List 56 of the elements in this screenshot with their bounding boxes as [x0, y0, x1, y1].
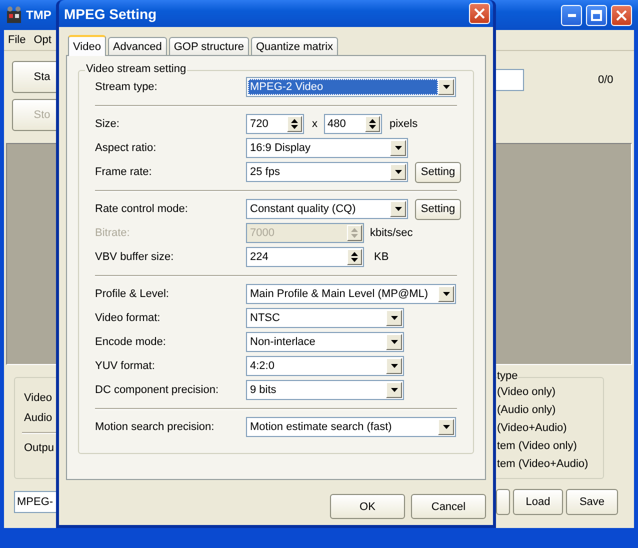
field-label: DC component precision: — [95, 384, 220, 396]
spin-field[interactable]: 480 — [324, 114, 382, 134]
radio-option[interactable]: (Audio only) — [497, 403, 603, 418]
dropdown[interactable]: 9 bits — [246, 380, 404, 400]
source-label: Audio — [24, 412, 54, 424]
times-sign: x — [312, 118, 318, 130]
action-button[interactable]: Save — [566, 489, 618, 515]
menu-item[interactable]: Opt — [34, 34, 52, 46]
field-label: VBV buffer size: — [95, 251, 175, 263]
dropdown[interactable]: Constant quality (CQ) — [246, 199, 408, 219]
field-label: Size: — [95, 118, 120, 130]
format-field[interactable]: MPEG- — [14, 491, 56, 513]
dialog-button[interactable]: OK — [330, 494, 405, 519]
progress-counter: 0/0 — [598, 74, 614, 86]
field-label: Video format: — [95, 312, 162, 324]
field-label: Frame rate: — [95, 166, 153, 178]
dropdown[interactable]: Non-interlace — [246, 332, 404, 352]
output-label: Outpu — [24, 442, 55, 454]
unit-label: pixels — [390, 118, 418, 130]
dropdown[interactable]: 25 fps — [246, 162, 408, 182]
dropdown[interactable]: NTSC — [246, 308, 404, 328]
field-label: YUV format: — [95, 360, 156, 372]
field-label: Aspect ratio: — [95, 142, 158, 154]
dropdown[interactable]: Main Profile & Main Level (MP@ML) — [246, 284, 456, 304]
radio-option[interactable]: (Video only) — [497, 385, 603, 400]
window-title: TMP — [26, 8, 52, 22]
field-label: Profile & Level: — [95, 288, 170, 300]
action-button[interactable]: Load — [513, 489, 563, 515]
tab[interactable]: Quantize matrix — [250, 37, 338, 55]
group-title: Video stream setting — [85, 63, 188, 75]
dropdown[interactable]: MPEG-2 Video — [246, 77, 456, 97]
group-legend: type — [497, 370, 518, 382]
field-label: Rate control mode: — [95, 203, 189, 215]
radio-option[interactable]: (Video+Audio) — [497, 421, 603, 436]
dropdown[interactable]: 16:9 Display — [246, 138, 408, 158]
field-label: Motion search precision: — [95, 421, 216, 433]
dialog-title: MPEG Setting — [64, 6, 157, 22]
source-label: Video — [24, 392, 53, 404]
dropdown[interactable]: Motion estimate search (fast) — [246, 417, 456, 437]
unit-label: kbits/sec — [370, 227, 413, 239]
menu-item[interactable]: File — [8, 34, 26, 46]
field-label: Bitrate: — [95, 227, 131, 239]
dropdown[interactable]: 4:2:0 — [246, 356, 404, 376]
radio-option[interactable]: tem (Video only) — [497, 439, 603, 454]
tab[interactable]: GOP structure — [168, 37, 249, 55]
spin-field[interactable]: 224 — [246, 247, 364, 267]
setting-button[interactable]: Setting — [415, 162, 461, 182]
spin-field[interactable]: 720 — [246, 114, 304, 134]
tab[interactable]: Video — [68, 35, 106, 56]
dialog-button[interactable]: Cancel — [411, 494, 486, 519]
setting-button[interactable]: Setting — [415, 198, 461, 220]
unit-label: KB — [374, 251, 389, 263]
field-label: Stream type: — [95, 81, 158, 93]
field-label: Encode mode: — [95, 336, 167, 348]
radio-option[interactable]: tem (Video+Audio) — [497, 457, 603, 472]
tab[interactable]: Advanced — [108, 37, 167, 55]
